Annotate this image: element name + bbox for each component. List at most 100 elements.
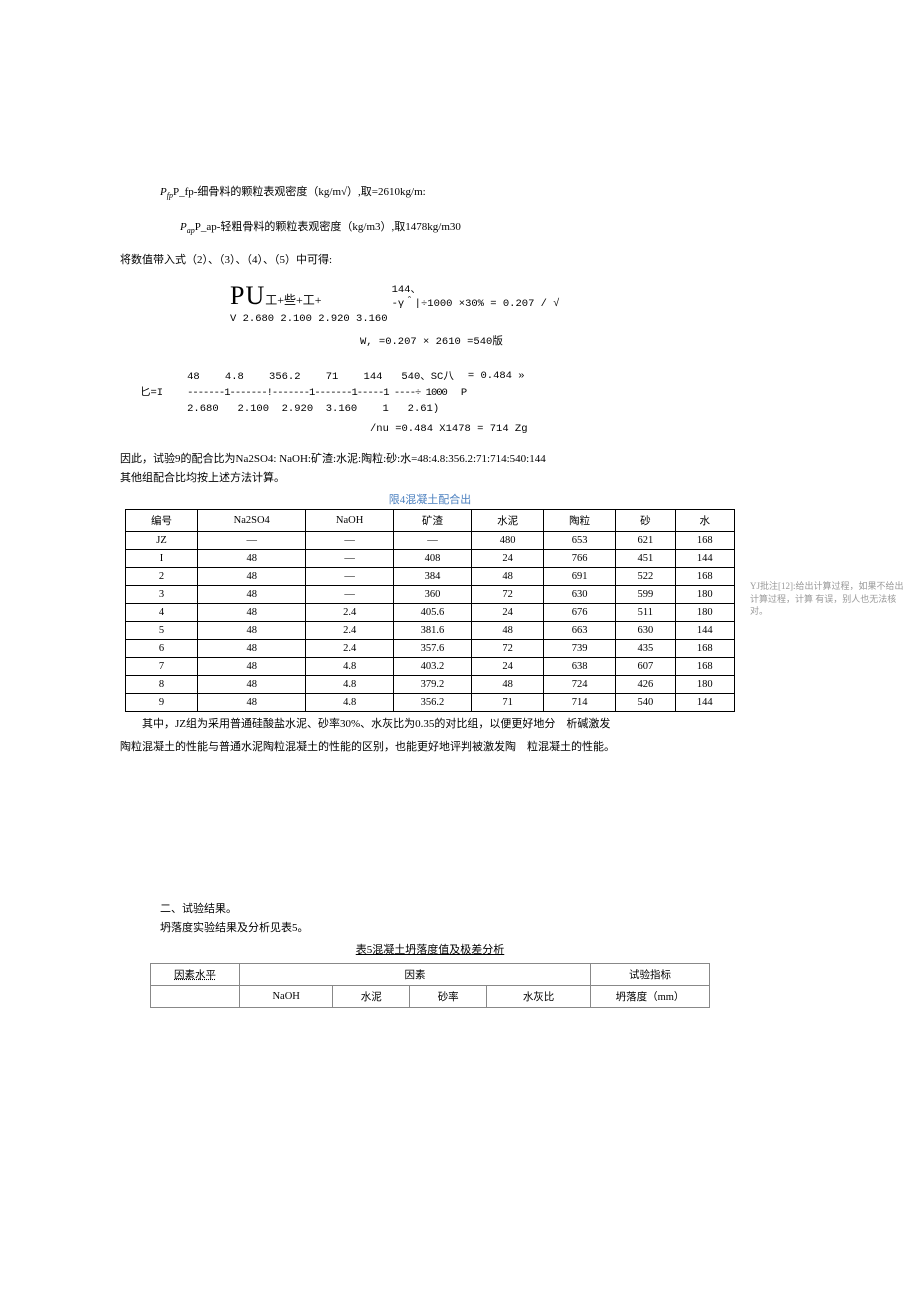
- table-cell: 180: [675, 676, 734, 694]
- table-cell: 144: [675, 622, 734, 640]
- t4-header: 水泥: [472, 510, 544, 532]
- table-cell: 48: [198, 550, 306, 568]
- table-cell: 599: [616, 586, 675, 604]
- t5-h1-left: 因素水平: [151, 963, 240, 985]
- table-cell: 48: [198, 622, 306, 640]
- table-cell: —: [306, 568, 393, 586]
- table-cell: 540: [616, 694, 675, 712]
- table-cell: I: [126, 550, 198, 568]
- table-cell: 144: [675, 694, 734, 712]
- table-cell: 48: [198, 568, 306, 586]
- table-cell: 2: [126, 568, 198, 586]
- pu-suffix: 工+些+工+: [265, 293, 321, 307]
- table-cell: 72: [472, 640, 544, 658]
- table-cell: 48: [198, 604, 306, 622]
- table-cell: 48: [198, 676, 306, 694]
- table-row: I48—40824766451144: [126, 550, 735, 568]
- t4-note1: 其中，JZ组为采用普通硅酸盐水泥、砂率30%、水灰比为0.35的对比组，以便更好…: [142, 718, 610, 730]
- t5-caption: 表5混凝土坍落度值及极差分析: [120, 941, 740, 957]
- table-cell: 630: [544, 586, 616, 604]
- bring-in: 将数值带入式（2）、（3）、（4）、（5）中可得:: [120, 251, 740, 267]
- t5-header: 砂率: [410, 985, 487, 1007]
- table-cell: 676: [544, 604, 616, 622]
- t4-header: 砂: [616, 510, 675, 532]
- table-cell: 24: [472, 550, 544, 568]
- table-cell: 168: [675, 658, 734, 676]
- table-cell: 7: [126, 658, 198, 676]
- table-cell: 630: [616, 622, 675, 640]
- table-4: 编号Na2SO4NaOH矿渣水泥陶粒砂水 JZ———480653621168I4…: [125, 509, 735, 712]
- t4-header: Na2SO4: [198, 510, 306, 532]
- table-row: 4482.4405.624676511180: [126, 604, 735, 622]
- table-cell: 638: [544, 658, 616, 676]
- table-cell: 48: [198, 658, 306, 676]
- table-cell: 6: [126, 640, 198, 658]
- table-cell: 408: [393, 550, 471, 568]
- table-cell: 180: [675, 586, 734, 604]
- table-cell: 8: [126, 676, 198, 694]
- table-cell: —: [306, 586, 393, 604]
- table-cell: 621: [616, 532, 675, 550]
- table-cell: 522: [616, 568, 675, 586]
- table-row: 5482.4381.648663630144: [126, 622, 735, 640]
- table-cell: 356.2: [393, 694, 471, 712]
- t5-header: 坍落度（mm）: [591, 985, 710, 1007]
- hi-eq: = 0.484 »: [468, 370, 525, 382]
- margin-comment: YJ批注[12]:给出计算过程，如果不给出计算过程，计算 有误，别人也无法核对。: [750, 580, 910, 618]
- table-5: 因素水平 因素 试验指标 NaOH水泥砂率水灰比坍落度（mm）: [150, 963, 710, 1008]
- therefore: 因此，试验9的配合比为Na2SO4: NaOH:矿渣:水泥:陶粒:砂:水=48:…: [120, 450, 740, 466]
- table-cell: —: [198, 532, 306, 550]
- table-cell: 403.2: [393, 658, 471, 676]
- t4-header: 矿渣: [393, 510, 471, 532]
- table-cell: 24: [472, 658, 544, 676]
- table-cell: 607: [616, 658, 675, 676]
- table-cell: 4.8: [306, 694, 393, 712]
- table-cell: 48: [198, 640, 306, 658]
- table-cell: 2.4: [306, 604, 393, 622]
- table-cell: 48: [472, 622, 544, 640]
- table-cell: —: [306, 550, 393, 568]
- other-calc: 其他组配合比均按上述方法计算。: [120, 469, 740, 485]
- table-cell: 4.8: [306, 676, 393, 694]
- table-cell: 663: [544, 622, 616, 640]
- table-cell: 180: [675, 604, 734, 622]
- pu-symbol: PU: [230, 281, 265, 310]
- table-cell: —: [393, 532, 471, 550]
- table-row: 8484.8379.248724426180: [126, 676, 735, 694]
- pu-right1: 144、: [392, 284, 560, 298]
- table-cell: 144: [675, 550, 734, 568]
- hi-top: 48 4.8 356.2 71 144 540、SC八: [187, 368, 454, 383]
- t4-header: 编号: [126, 510, 198, 532]
- table-cell: 24: [472, 604, 544, 622]
- t4-header: 水: [675, 510, 734, 532]
- sec2-title: 二、试验结果。: [160, 900, 740, 916]
- table-cell: 9: [126, 694, 198, 712]
- table-row: 348—36072630599180: [126, 586, 735, 604]
- t4-header: NaOH: [306, 510, 393, 532]
- table-cell: 168: [675, 532, 734, 550]
- table-cell: 714: [544, 694, 616, 712]
- hi-dash: -------1-------!-------1-------1-----1 -…: [187, 387, 447, 399]
- comment-label: YJ批注[12]:: [750, 581, 796, 591]
- table-cell: 739: [544, 640, 616, 658]
- table-cell: 168: [675, 568, 734, 586]
- table-cell: 435: [616, 640, 675, 658]
- t5-header: [151, 985, 240, 1007]
- hi-label: 匕=I: [140, 384, 163, 399]
- pu-right2: -γ＾|÷1000 ×30% = 0.207 / √: [392, 298, 560, 312]
- nu-line: /nu =0.484 X1478 = 714 Zg: [370, 423, 740, 435]
- table-row: 6482.4357.672739435168: [126, 640, 735, 658]
- table-cell: 4.8: [306, 658, 393, 676]
- hi-p: P: [461, 387, 467, 399]
- table-cell: 48: [198, 586, 306, 604]
- table-row: 7484.8403.224638607168: [126, 658, 735, 676]
- hi-bot: 2.680 2.100 2.920 3.160 1 2.61): [187, 403, 524, 415]
- t5-h1-right: 试验指标: [591, 963, 710, 985]
- t5-header: 水泥: [333, 985, 410, 1007]
- table-cell: 4: [126, 604, 198, 622]
- table-cell: 381.6: [393, 622, 471, 640]
- table-cell: 451: [616, 550, 675, 568]
- table-cell: 168: [675, 640, 734, 658]
- table-cell: 3: [126, 586, 198, 604]
- table-cell: 72: [472, 586, 544, 604]
